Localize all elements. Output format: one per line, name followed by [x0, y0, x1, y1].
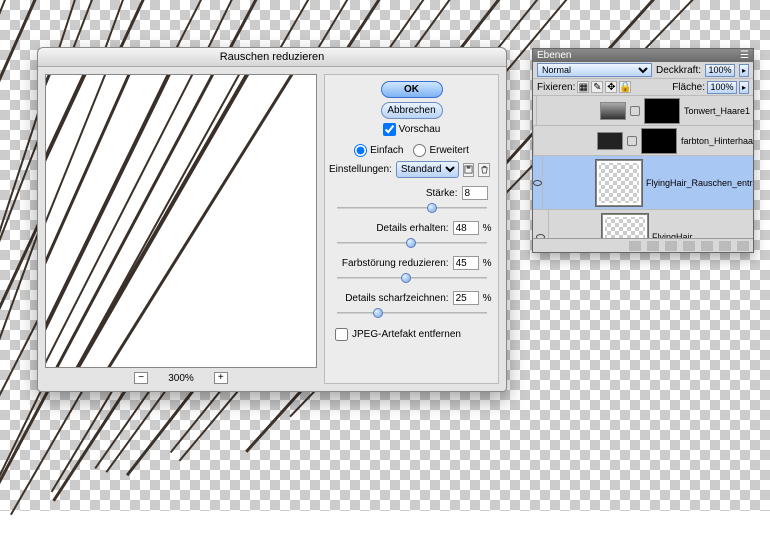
zoom-in-button[interactable]: + [214, 372, 228, 384]
fx-icon[interactable] [647, 241, 659, 251]
visibility-toggle[interactable] [533, 156, 543, 209]
layer-name: Tonwert_Haare1 [684, 106, 750, 116]
ok-button[interactable]: OK [381, 81, 443, 98]
preview-area[interactable] [45, 74, 317, 368]
blend-mode-select[interactable]: Normal [537, 63, 652, 77]
slider-preserve-details-label: Details erhalten: [332, 223, 449, 234]
settings-select[interactable]: Standard [396, 161, 459, 178]
group-icon[interactable] [701, 241, 713, 251]
preview-checkbox-row[interactable]: Vorschau [383, 123, 441, 136]
layers-panel: Ebenen ☰ Normal Deckkraft: ▸ Fixieren: ▦… [532, 48, 754, 253]
slider-sharpen-label: Details scharfzeichnen: [332, 293, 449, 304]
slider-strength-track[interactable] [337, 203, 487, 213]
layer-name: FlyingHair [652, 232, 693, 239]
mode-simple[interactable]: Einfach [354, 144, 403, 157]
slider-color-noise-input[interactable] [453, 256, 479, 270]
fill-input[interactable] [707, 81, 737, 94]
slider-sharpen-track[interactable] [337, 308, 487, 318]
slider-color-noise-label: Farbstörung reduzieren: [332, 258, 449, 269]
opacity-label: Deckkraft: [656, 65, 701, 76]
layer-mask-thumbnail [644, 98, 680, 124]
layer-thumbnail [602, 214, 648, 239]
lock-position-icon[interactable]: ✥ [605, 81, 617, 93]
jpeg-artifact-label: JPEG-Artefakt entfernen [352, 329, 461, 340]
mode-advanced-radio[interactable] [413, 144, 426, 157]
slider-preserve-details: Details erhalten: % [332, 221, 492, 248]
jpeg-artifact-checkbox[interactable] [335, 328, 348, 341]
fill-label: Fläche: [672, 82, 705, 93]
trash-icon[interactable] [478, 163, 490, 177]
layer-thumbnail [597, 132, 623, 150]
lock-pixels-icon[interactable]: ✎ [591, 81, 603, 93]
layer-mask-thumbnail [641, 128, 677, 154]
layer-thumbnail [600, 102, 626, 120]
link-icon [627, 136, 637, 146]
reduce-noise-dialog: Rauschen reduzieren − 300% + OK [37, 47, 507, 392]
mode-advanced[interactable]: Erweitert [413, 144, 468, 157]
slider-strength-input[interactable] [462, 186, 488, 200]
mode-advanced-label: Erweitert [429, 145, 468, 156]
slider-color-noise-track[interactable] [337, 273, 487, 283]
lock-transparency-icon[interactable]: ▦ [577, 81, 589, 93]
layer-thumbnail [596, 160, 642, 206]
cancel-button[interactable]: Abbrechen [381, 102, 443, 119]
link-icon [630, 106, 640, 116]
opacity-arrow-icon[interactable]: ▸ [739, 64, 749, 77]
adjustment-icon[interactable] [683, 241, 695, 251]
preview-label: Vorschau [399, 124, 441, 135]
slider-preserve-details-input[interactable] [453, 221, 479, 235]
layers-list: Tonwert_Haare1 farbton_Hinterhaar Flying… [533, 96, 753, 238]
jpeg-artifact-row[interactable]: JPEG-Artefakt entfernen [335, 328, 461, 341]
lock-label: Fixieren: [537, 82, 575, 93]
layer-item[interactable]: Tonwert_Haare1 [533, 96, 753, 126]
link-layers-icon[interactable] [629, 241, 641, 251]
new-layer-icon[interactable] [719, 241, 731, 251]
zoom-out-button[interactable]: − [134, 372, 148, 384]
layer-name: farbton_Hinterhaar [681, 136, 753, 146]
mode-simple-label: Einfach [370, 145, 403, 156]
slider-strength: Stärke: [332, 186, 492, 213]
panel-menu-icon[interactable]: ☰ [740, 50, 749, 61]
slider-color-noise-unit: % [483, 258, 492, 269]
dialog-title: Rauschen reduzieren [38, 48, 506, 67]
mode-simple-radio[interactable] [354, 144, 367, 157]
layer-name: FlyingHair_Rauschen_entrauschen [646, 178, 753, 188]
mask-icon[interactable] [665, 241, 677, 251]
slider-color-noise: Farbstörung reduzieren: % [332, 256, 492, 283]
slider-preserve-details-track[interactable] [337, 238, 487, 248]
slider-sharpen-unit: % [483, 293, 492, 304]
visibility-toggle[interactable] [533, 210, 549, 238]
preview-checkbox[interactable] [383, 123, 396, 136]
save-preset-icon[interactable] [463, 163, 475, 177]
slider-strength-label: Stärke: [332, 188, 458, 199]
layer-item[interactable]: farbton_Hinterhaar [533, 126, 753, 156]
slider-sharpen-input[interactable] [453, 291, 479, 305]
layer-item[interactable]: FlyingHair [533, 210, 753, 238]
slider-preserve-details-unit: % [483, 223, 492, 234]
layer-item[interactable]: FlyingHair_Rauschen_entrauschen [533, 156, 753, 210]
slider-sharpen: Details scharfzeichnen: % [332, 291, 492, 318]
opacity-input[interactable] [705, 64, 735, 77]
lock-all-icon[interactable]: 🔒 [619, 81, 631, 93]
layers-panel-title: Ebenen [537, 50, 571, 61]
delete-layer-icon[interactable] [737, 241, 749, 251]
fill-arrow-icon[interactable]: ▸ [739, 81, 749, 94]
zoom-value: 300% [168, 373, 194, 384]
settings-label: Einstellungen: [329, 164, 392, 175]
